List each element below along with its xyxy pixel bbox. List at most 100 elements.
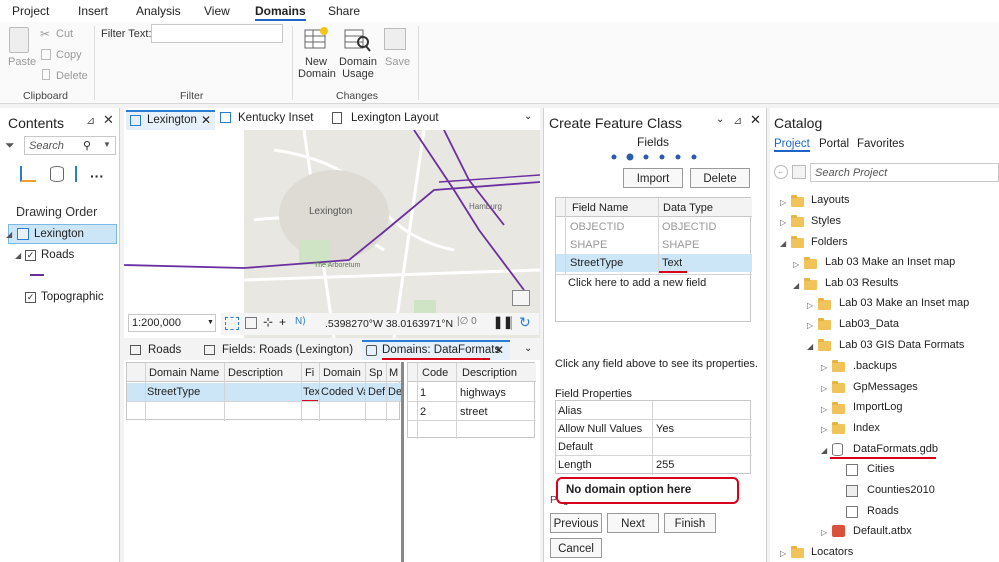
catalog-item-lab03-results[interactable]: Lab 03 Results	[825, 277, 898, 289]
field-type-cell[interactable]: OBJECTID	[662, 221, 716, 233]
tab-fields-roads[interactable]: Fields: Roads (Lexington)	[222, 344, 353, 356]
close-icon[interactable]: ✕	[201, 113, 211, 127]
catalog-tab-favorites[interactable]: Favorites	[857, 138, 904, 150]
import-button[interactable]: Import	[623, 168, 683, 188]
domain-merge-cell[interactable]: Def	[388, 386, 401, 398]
drawing-order-icon[interactable]	[20, 166, 36, 182]
catalog-item-folders[interactable]: Folders	[811, 236, 848, 248]
cut-button[interactable]: Cut	[56, 28, 73, 40]
collapse-caret-icon[interactable]: ◢	[821, 446, 827, 455]
tab-lexington-layout[interactable]: Lexington Layout	[351, 112, 439, 124]
cancel-button[interactable]: Cancel	[550, 538, 602, 558]
menu-analysis[interactable]: Analysis	[136, 4, 181, 18]
scale-icon[interactable]: |∅ 0	[457, 316, 477, 327]
delete-field-button[interactable]: Delete	[690, 168, 750, 188]
more-options-icon[interactable]: ···	[90, 168, 104, 184]
catalog-item-dataformats-gdb[interactable]: DataFormats.gdb	[853, 443, 938, 455]
expand-caret-icon[interactable]: ▷	[780, 198, 786, 207]
expand-caret-icon[interactable]: ▷	[821, 384, 827, 393]
catalog-tab-portal[interactable]: Portal	[819, 138, 849, 150]
table-row[interactable]: StreetType Tex Coded Va Def Def	[127, 383, 401, 401]
fields-col-type[interactable]: Data Type	[663, 202, 713, 214]
catalog-item-counties2010[interactable]: Counties2010	[867, 484, 935, 496]
menu-share[interactable]: Share	[328, 4, 360, 18]
delete-button[interactable]: Delete	[56, 70, 88, 82]
field-type-cell[interactable]: Text	[662, 257, 682, 269]
layer-topographic-label[interactable]: Topographic	[41, 291, 104, 303]
close-icon[interactable]: ✕	[750, 112, 761, 128]
tab-domains-dataformats[interactable]: Domains: DataFormats ✕	[362, 340, 510, 360]
expand-caret-icon[interactable]: ▷	[821, 425, 827, 434]
menu-project[interactable]: Project	[12, 4, 49, 18]
collapse-caret-icon[interactable]: ◢	[793, 281, 799, 290]
catalog-item-lab03-inset[interactable]: Lab 03 Make an Inset map	[825, 256, 955, 268]
domains-col-name[interactable]: Domain Name	[149, 367, 223, 379]
expand-caret-icon[interactable]: ▷	[793, 260, 799, 269]
selection-icon[interactable]	[75, 166, 78, 182]
domains-col-merge[interactable]: M	[389, 367, 401, 379]
close-icon[interactable]: ✕	[494, 343, 504, 357]
catalog-search-input[interactable]: Search Project	[810, 163, 999, 182]
catalog-item-locators[interactable]: Locators	[811, 546, 853, 558]
table-icon[interactable]	[245, 317, 257, 329]
map-scale-select[interactable]: 1:200,000 ▼	[128, 314, 216, 332]
close-icon[interactable]: ✕	[103, 112, 114, 128]
contents-search-input[interactable]: Search ⚲ ▼	[24, 136, 116, 155]
catalog-item-index[interactable]: Index	[853, 422, 880, 434]
collapse-caret-icon[interactable]: ◢	[6, 230, 12, 239]
menu-domains[interactable]: Domains	[255, 4, 306, 21]
field-name-cell[interactable]: SHAPE	[570, 239, 607, 251]
codes-col-code[interactable]: Code	[422, 367, 448, 379]
code-description-cell[interactable]: highways	[460, 387, 506, 399]
code-description-cell[interactable]: street	[460, 406, 488, 418]
domain-name-cell[interactable]: StreetType	[147, 386, 221, 398]
fields-col-name[interactable]: Field Name	[572, 202, 628, 214]
data-source-icon[interactable]	[50, 166, 64, 182]
topographic-visibility-checkbox[interactable]: ✓	[25, 292, 36, 303]
catalog-item-layouts[interactable]: Layouts	[811, 194, 850, 206]
collapse-caret-icon[interactable]: ◢	[15, 251, 21, 260]
expand-caret-icon[interactable]: ▷	[821, 528, 827, 537]
filter-icon[interactable]: ⏷	[5, 138, 15, 153]
add-new-field-row[interactable]: Click here to add a new field	[568, 277, 706, 289]
copy-button[interactable]: Copy	[56, 49, 82, 61]
tab-lexington[interactable]: Lexington ✕	[126, 110, 215, 130]
domain-split-cell[interactable]: Def	[368, 386, 386, 398]
roads-visibility-checkbox[interactable]: ✓	[25, 250, 36, 261]
field-name-cell[interactable]: OBJECTID	[570, 221, 624, 233]
layer-roads-label[interactable]: Roads	[41, 249, 74, 261]
home-icon[interactable]	[792, 165, 806, 179]
chevron-down-icon[interactable]: ⌄	[716, 114, 724, 125]
previous-button[interactable]: Previous	[550, 513, 602, 533]
domains-col-split[interactable]: Sp	[369, 367, 383, 379]
next-button[interactable]: Next	[607, 513, 659, 533]
code-cell[interactable]: 2	[420, 406, 426, 418]
catalog-item-backups[interactable]: .backups	[853, 360, 897, 372]
expand-caret-icon[interactable]: ▷	[780, 218, 786, 227]
paste-button[interactable]: Paste	[8, 56, 36, 68]
domain-usage-button[interactable]: Domain Usage	[339, 56, 377, 80]
menu-view[interactable]: View	[204, 4, 230, 18]
grid-icon[interactable]	[225, 317, 239, 330]
chevron-down-icon[interactable]: ▼	[207, 319, 214, 326]
splitter-handle[interactable]	[401, 362, 404, 562]
domain-type-cell[interactable]: Coded Va	[321, 386, 365, 398]
chevron-down-icon[interactable]: ⌄	[524, 343, 532, 354]
property-length-value[interactable]: 255	[656, 459, 674, 471]
chevron-down-icon[interactable]: ⌄	[524, 111, 532, 122]
collapse-caret-icon[interactable]: ◢	[780, 239, 786, 248]
layer-lexington[interactable]: ◢ Lexington	[6, 224, 117, 244]
catalog-item-gpmessages[interactable]: GpMessages	[853, 381, 918, 393]
crosshair-icon[interactable]: ⊹	[263, 315, 273, 329]
new-domain-button[interactable]: New Domain	[298, 56, 336, 80]
pin-icon[interactable]: ⊿	[733, 114, 742, 127]
expand-caret-icon[interactable]: ▷	[807, 301, 813, 310]
plus-icon[interactable]: +	[279, 315, 286, 329]
domains-col-field-type[interactable]: Fi	[305, 367, 317, 379]
menu-insert[interactable]: Insert	[78, 4, 108, 18]
code-cell[interactable]: 1	[420, 387, 426, 399]
map-canvas[interactable]: Lexington Hamburg The Arboretum	[124, 130, 540, 338]
catalog-item-lab03-gis-data-formats[interactable]: Lab 03 GIS Data Formats	[839, 339, 964, 351]
expand-caret-icon[interactable]: ▷	[807, 321, 813, 330]
field-name-cell[interactable]: StreetType	[570, 257, 623, 269]
